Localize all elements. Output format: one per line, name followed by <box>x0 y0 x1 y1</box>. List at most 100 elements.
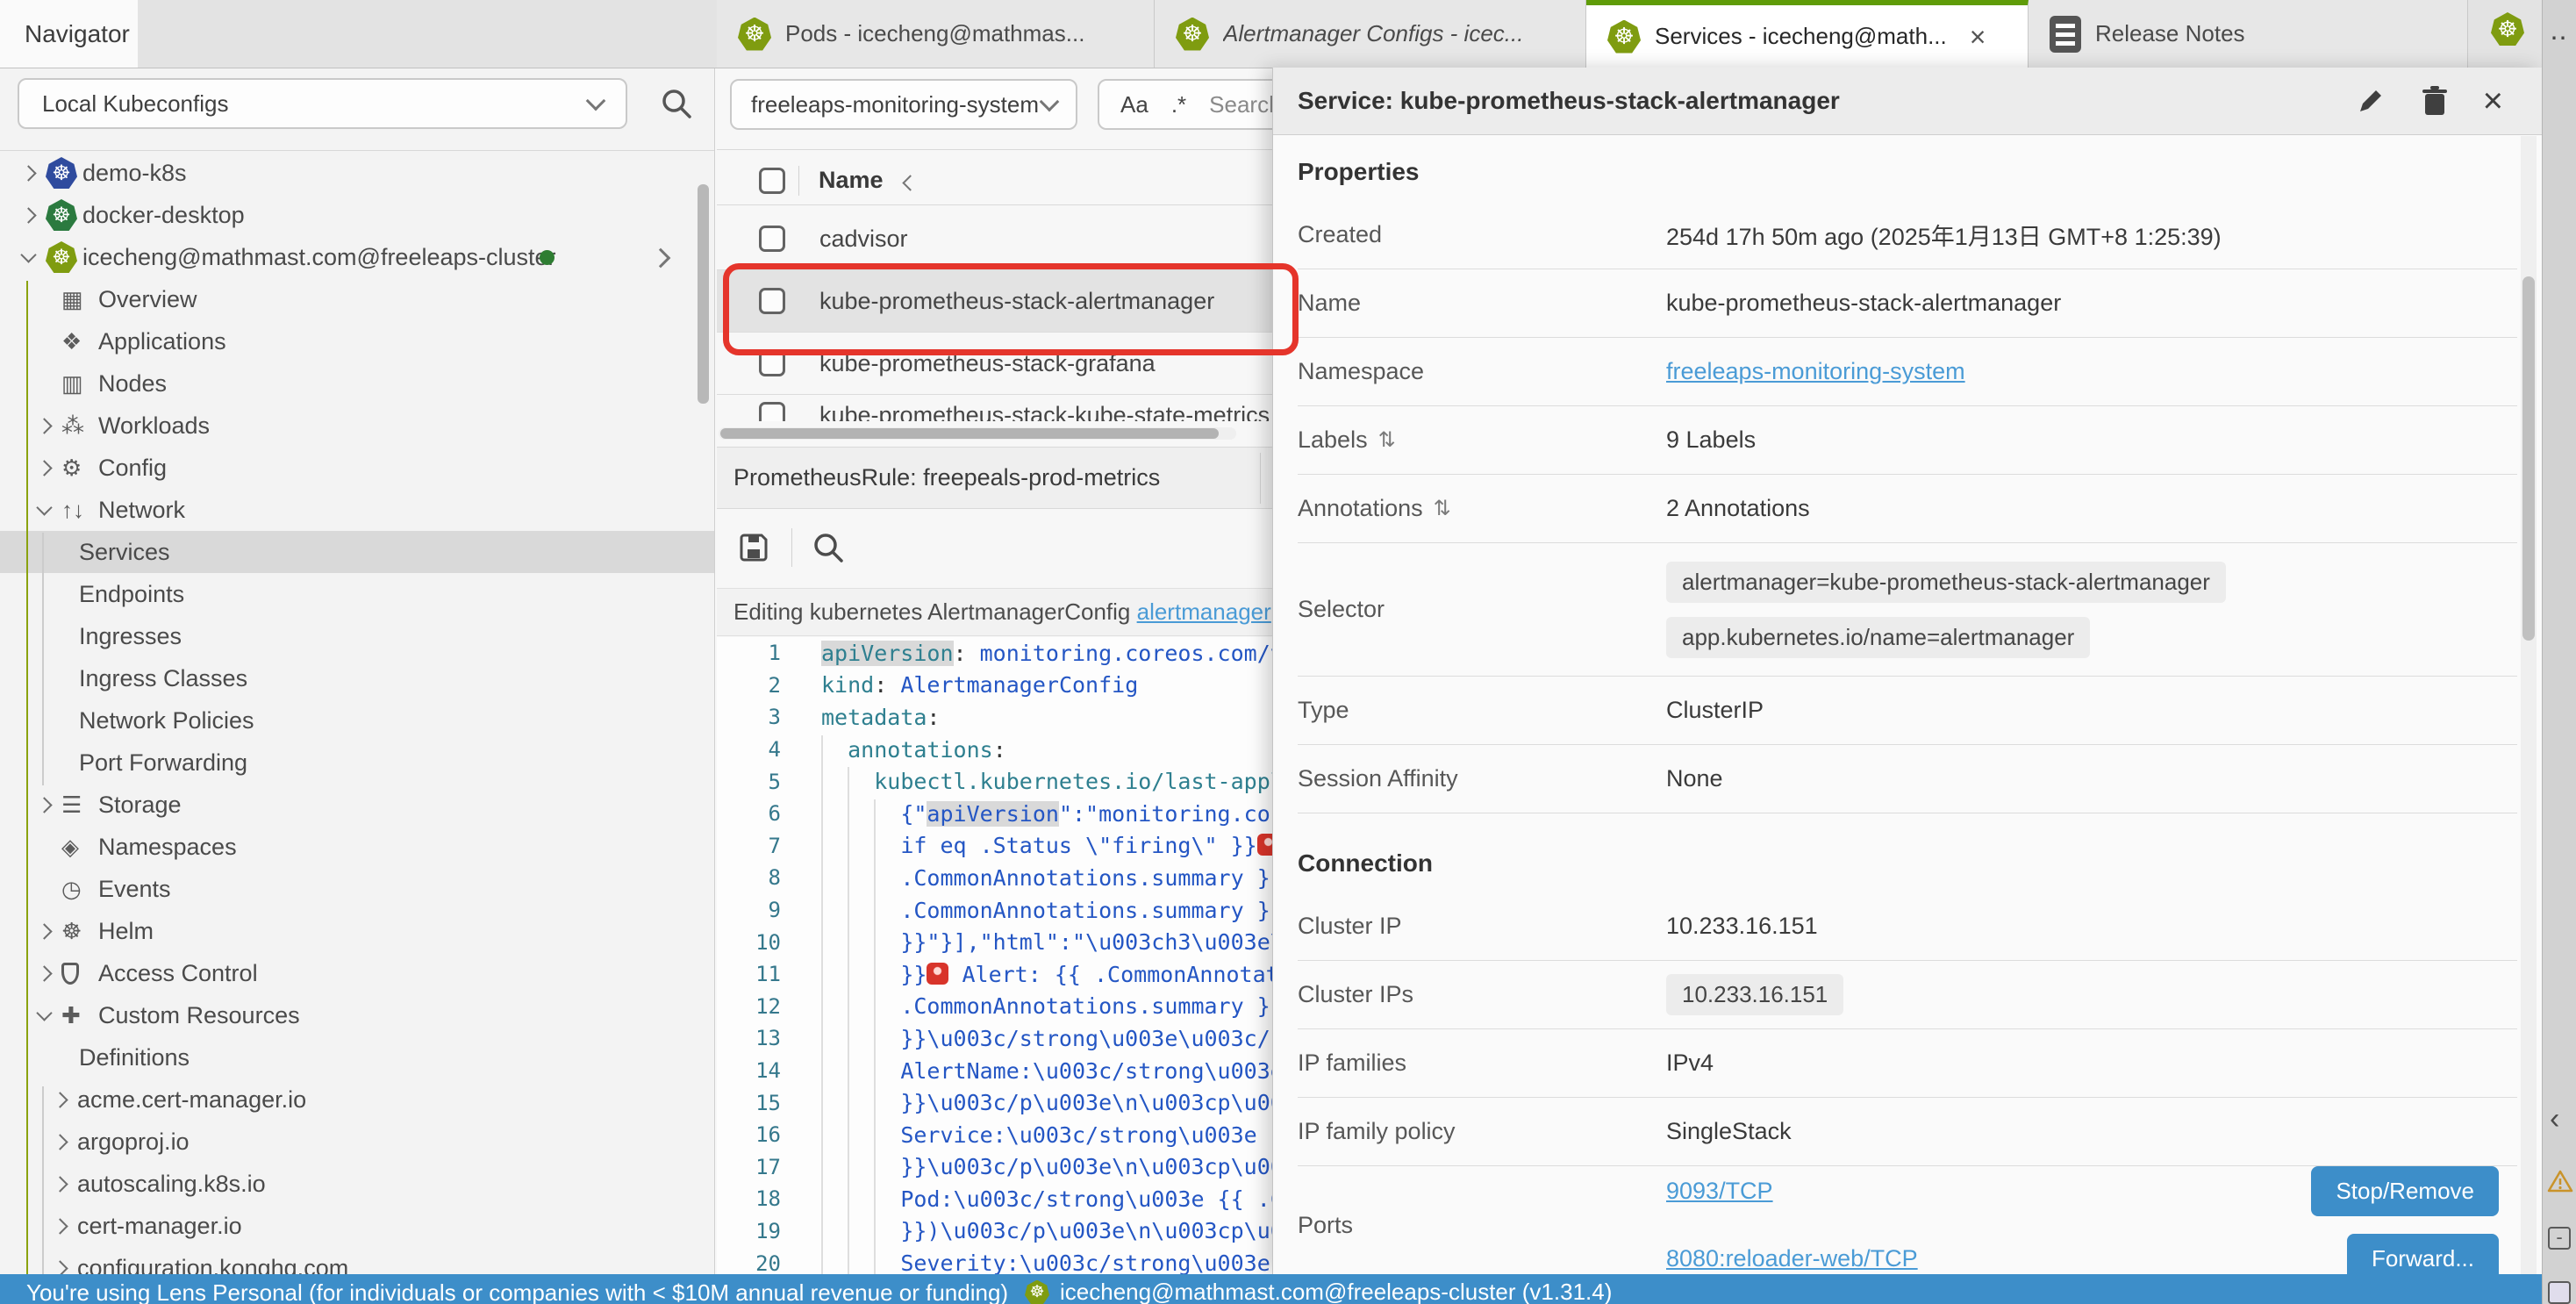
sidebar-item-demo-k8s[interactable]: ☸demo-k8s <box>0 152 714 194</box>
sort-asc-icon[interactable] <box>902 175 918 190</box>
regex-icon[interactable]: .* <box>1171 91 1186 118</box>
chevron-right-icon[interactable] <box>20 207 36 223</box>
chevron-right-icon[interactable] <box>36 923 52 939</box>
tab-release-notes[interactable]: Release Notes <box>2029 0 2468 68</box>
port-link[interactable]: 9093/TCP <box>1666 1178 1773 1205</box>
sidebar-item-port-forwarding[interactable]: Port Forwarding <box>0 742 714 784</box>
sidebar-item-argoproj-io[interactable]: argoproj.io <box>0 1121 714 1163</box>
row-checkbox[interactable] <box>759 350 785 376</box>
sidebar-item-network[interactable]: ↑↓Network <box>0 489 714 531</box>
sidebar-item-access-control[interactable]: Access Control <box>0 952 714 994</box>
property-row-cluster-ips: Cluster IPs10.233.16.151 <box>1298 961 2517 1029</box>
search-icon[interactable] <box>660 87 693 120</box>
code-segment: apiVersion <box>821 641 954 666</box>
back-arrow-icon[interactable]: ‹ <box>2550 1102 2559 1136</box>
sidebar-item-namespaces[interactable]: ◈Namespaces <box>0 826 714 868</box>
sidebar-item-nodes[interactable]: ▥Nodes <box>0 362 714 405</box>
sidebar-item-applications[interactable]: ❖Applications <box>0 320 714 362</box>
property-value: 10.233.16.151 <box>1666 974 1843 1015</box>
sidebar-item-ingresses[interactable]: Ingresses <box>0 615 714 657</box>
line-number: 2 <box>717 673 781 698</box>
connected-cluster-status[interactable]: ☸ icecheng@mathmast.com@freeleaps-cluste… <box>1025 1279 1612 1304</box>
name-column-header[interactable]: Name <box>819 167 884 194</box>
sort-icon[interactable]: ⇅ <box>1434 496 1451 521</box>
chevron-right-icon[interactable] <box>52 1176 68 1192</box>
sidebar-item-autoscaling-k8s-io[interactable]: autoscaling.k8s.io <box>0 1163 714 1205</box>
port-action-button[interactable]: Forward... <box>2347 1234 2499 1274</box>
chevron-down-icon[interactable] <box>20 247 36 262</box>
save-icon[interactable] <box>737 531 770 564</box>
sidebar-item-events[interactable]: ◷Events <box>0 868 714 910</box>
chevron-down-icon <box>586 91 606 111</box>
row-checkbox[interactable] <box>759 288 785 314</box>
chevron-down-icon[interactable] <box>36 1005 52 1021</box>
chevron-right-icon[interactable] <box>36 418 52 433</box>
sidebar-item-network-policies[interactable]: Network Policies <box>0 699 714 742</box>
k8s-olive-icon: ☸ <box>46 241 82 273</box>
editing-resource-link[interactable]: alertmanager <box>1137 598 1271 626</box>
sidebar-item-helm[interactable]: ☸Helm <box>0 910 714 952</box>
namespace-select[interactable]: freeleaps-monitoring-system <box>730 79 1077 130</box>
property-value: 9 Labels <box>1666 426 1756 454</box>
custom-icon: ✚ <box>61 1002 98 1029</box>
chevron-right-icon[interactable] <box>36 797 52 813</box>
line-number: 4 <box>717 737 781 762</box>
select-all-checkbox[interactable] <box>759 168 785 194</box>
sidebar-item-ingress-classes[interactable]: Ingress Classes <box>0 657 714 699</box>
sidebar-item-services[interactable]: Services <box>0 531 714 573</box>
port-link[interactable]: 8080:reloader-web/TCP <box>1666 1245 1918 1272</box>
value-badge: 10.233.16.151 <box>1666 974 1843 1015</box>
section-title-connection: Connection <box>1298 849 2517 878</box>
chevron-right-icon[interactable] <box>52 1134 68 1150</box>
horizontal-scrollbar[interactable] <box>719 427 1236 440</box>
tab-pods-icecheng-mathmas[interactable]: ☸Pods - icecheng@mathmas... <box>717 0 1155 68</box>
panel-button[interactable] <box>2548 1281 2571 1304</box>
chevron-down-icon[interactable] <box>36 499 52 515</box>
close-icon[interactable]: × <box>1970 23 1986 51</box>
sidebar-scrollbar[interactable] <box>698 184 709 404</box>
navigator-label: Navigator <box>25 20 130 48</box>
sidebar-item-custom-resources[interactable]: ✚Custom Resources <box>0 994 714 1036</box>
kubeconfig-select[interactable]: Local Kubeconfigs <box>18 78 627 129</box>
sidebar-item-definitions[interactable]: Definitions <box>0 1036 714 1078</box>
delete-trash-icon[interactable] <box>2420 85 2450 117</box>
tab-services-icecheng-math[interactable]: ☸Services - icecheng@math...× <box>1586 0 2029 68</box>
edit-pencil-icon[interactable] <box>2355 85 2386 117</box>
sidebar-item-cert-manager-io[interactable]: cert-manager.io <box>0 1205 714 1247</box>
sidebar-item-endpoints[interactable]: Endpoints <box>0 573 714 615</box>
chevron-right-icon[interactable] <box>654 244 668 271</box>
port-action-button[interactable]: Stop/Remove <box>2311 1166 2499 1216</box>
sidebar-item-configuration-konghq-com[interactable]: configuration.konghq.com <box>0 1247 714 1274</box>
sidebar-item-label: configuration.konghq.com <box>77 1255 348 1275</box>
close-icon[interactable]: × <box>2483 83 2503 118</box>
sidebar-item-acme-cert-manager-io[interactable]: acme.cert-manager.io <box>0 1078 714 1121</box>
sidebar-item-overview[interactable]: ▦Overview <box>0 278 714 320</box>
sidebar-item-config[interactable]: ⚙Config <box>0 447 714 489</box>
kubernetes-icon: ☸ <box>1025 1280 1049 1304</box>
chevron-right-icon[interactable] <box>52 1218 68 1234</box>
chevron-right-icon[interactable] <box>20 165 36 181</box>
overflow-tab[interactable]: ☸ <box>2491 12 2524 46</box>
row-checkbox[interactable] <box>759 402 785 421</box>
sidebar-item-workloads[interactable]: ⁂Workloads <box>0 405 714 447</box>
sidebar-item-storage[interactable]: ☰Storage <box>0 784 714 826</box>
sort-icon[interactable]: ⇅ <box>1378 427 1396 453</box>
horizontal-scrollbar-thumb[interactable] <box>720 428 1219 439</box>
badge-list: alertmanager=kube-prometheus-stack-alert… <box>1666 562 2226 658</box>
tab-alertmanager-configs-icec[interactable]: ☸Alertmanager Configs - icec... <box>1155 0 1586 68</box>
chevron-slot <box>23 168 46 179</box>
chevron-right-icon[interactable] <box>36 965 52 981</box>
namespace-link[interactable]: freeleaps-monitoring-system <box>1666 358 1965 384</box>
chevron-slot <box>23 210 46 221</box>
match-case-icon[interactable]: Aa <box>1120 91 1148 118</box>
chevron-right-icon[interactable] <box>52 1260 68 1274</box>
chevron-right-icon[interactable] <box>36 460 52 476</box>
sidebar-item-docker-desktop[interactable]: ☸docker-desktop <box>0 194 714 236</box>
chevron-right-icon[interactable] <box>52 1092 68 1107</box>
sidebar-item-icecheng-mathmast-com-freeleaps-cluster[interactable]: ☸icecheng@mathmast.com@freeleaps-cluster <box>0 236 714 278</box>
row-checkbox[interactable] <box>759 226 785 252</box>
editor-search-icon[interactable] <box>812 531 845 564</box>
drawer-scrollbar-thumb[interactable] <box>2522 276 2535 641</box>
property-label-text: Annotations <box>1298 495 1423 522</box>
zoom-out-button[interactable]: - <box>2548 1227 2571 1250</box>
